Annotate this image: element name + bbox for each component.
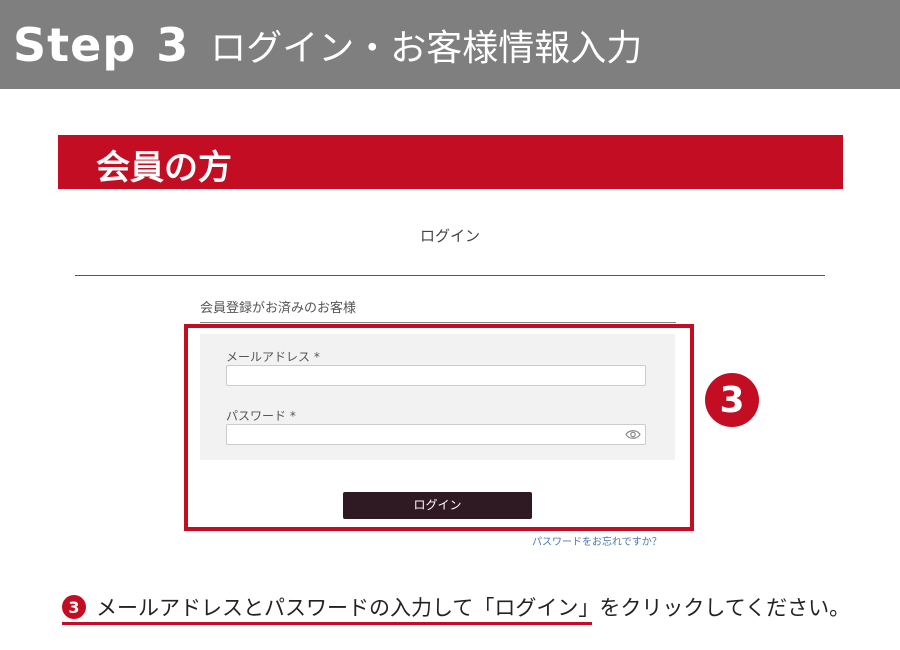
- step-badge: 3: [705, 373, 759, 427]
- login-section-title: 会員登録がお済みのお客様: [200, 297, 676, 323]
- divider: [75, 275, 825, 276]
- instruction: 3 メールアドレスとパスワードの入力して「ログイン」をクリックしてください。: [62, 592, 850, 622]
- highlight-frame: [184, 324, 694, 531]
- page-title: ログイン: [419, 227, 480, 245]
- step-title: ログイン・お客様情報入力: [210, 27, 643, 69]
- step-label: Step: [13, 17, 137, 72]
- instruction-text: メールアドレスとパスワードの入力して「ログイン」をクリックしてください。: [96, 596, 851, 620]
- step-header: Step 3 ログイン・お客様情報入力: [0, 0, 900, 89]
- member-banner-label: 会員の方: [96, 148, 232, 188]
- step-number: 3: [156, 17, 189, 72]
- instruction-underline: [62, 622, 592, 625]
- forgot-password-link[interactable]: パスワードをお忘れですか？: [532, 533, 662, 548]
- instruction-badge: 3: [62, 595, 86, 619]
- member-banner: 会員の方: [58, 135, 843, 189]
